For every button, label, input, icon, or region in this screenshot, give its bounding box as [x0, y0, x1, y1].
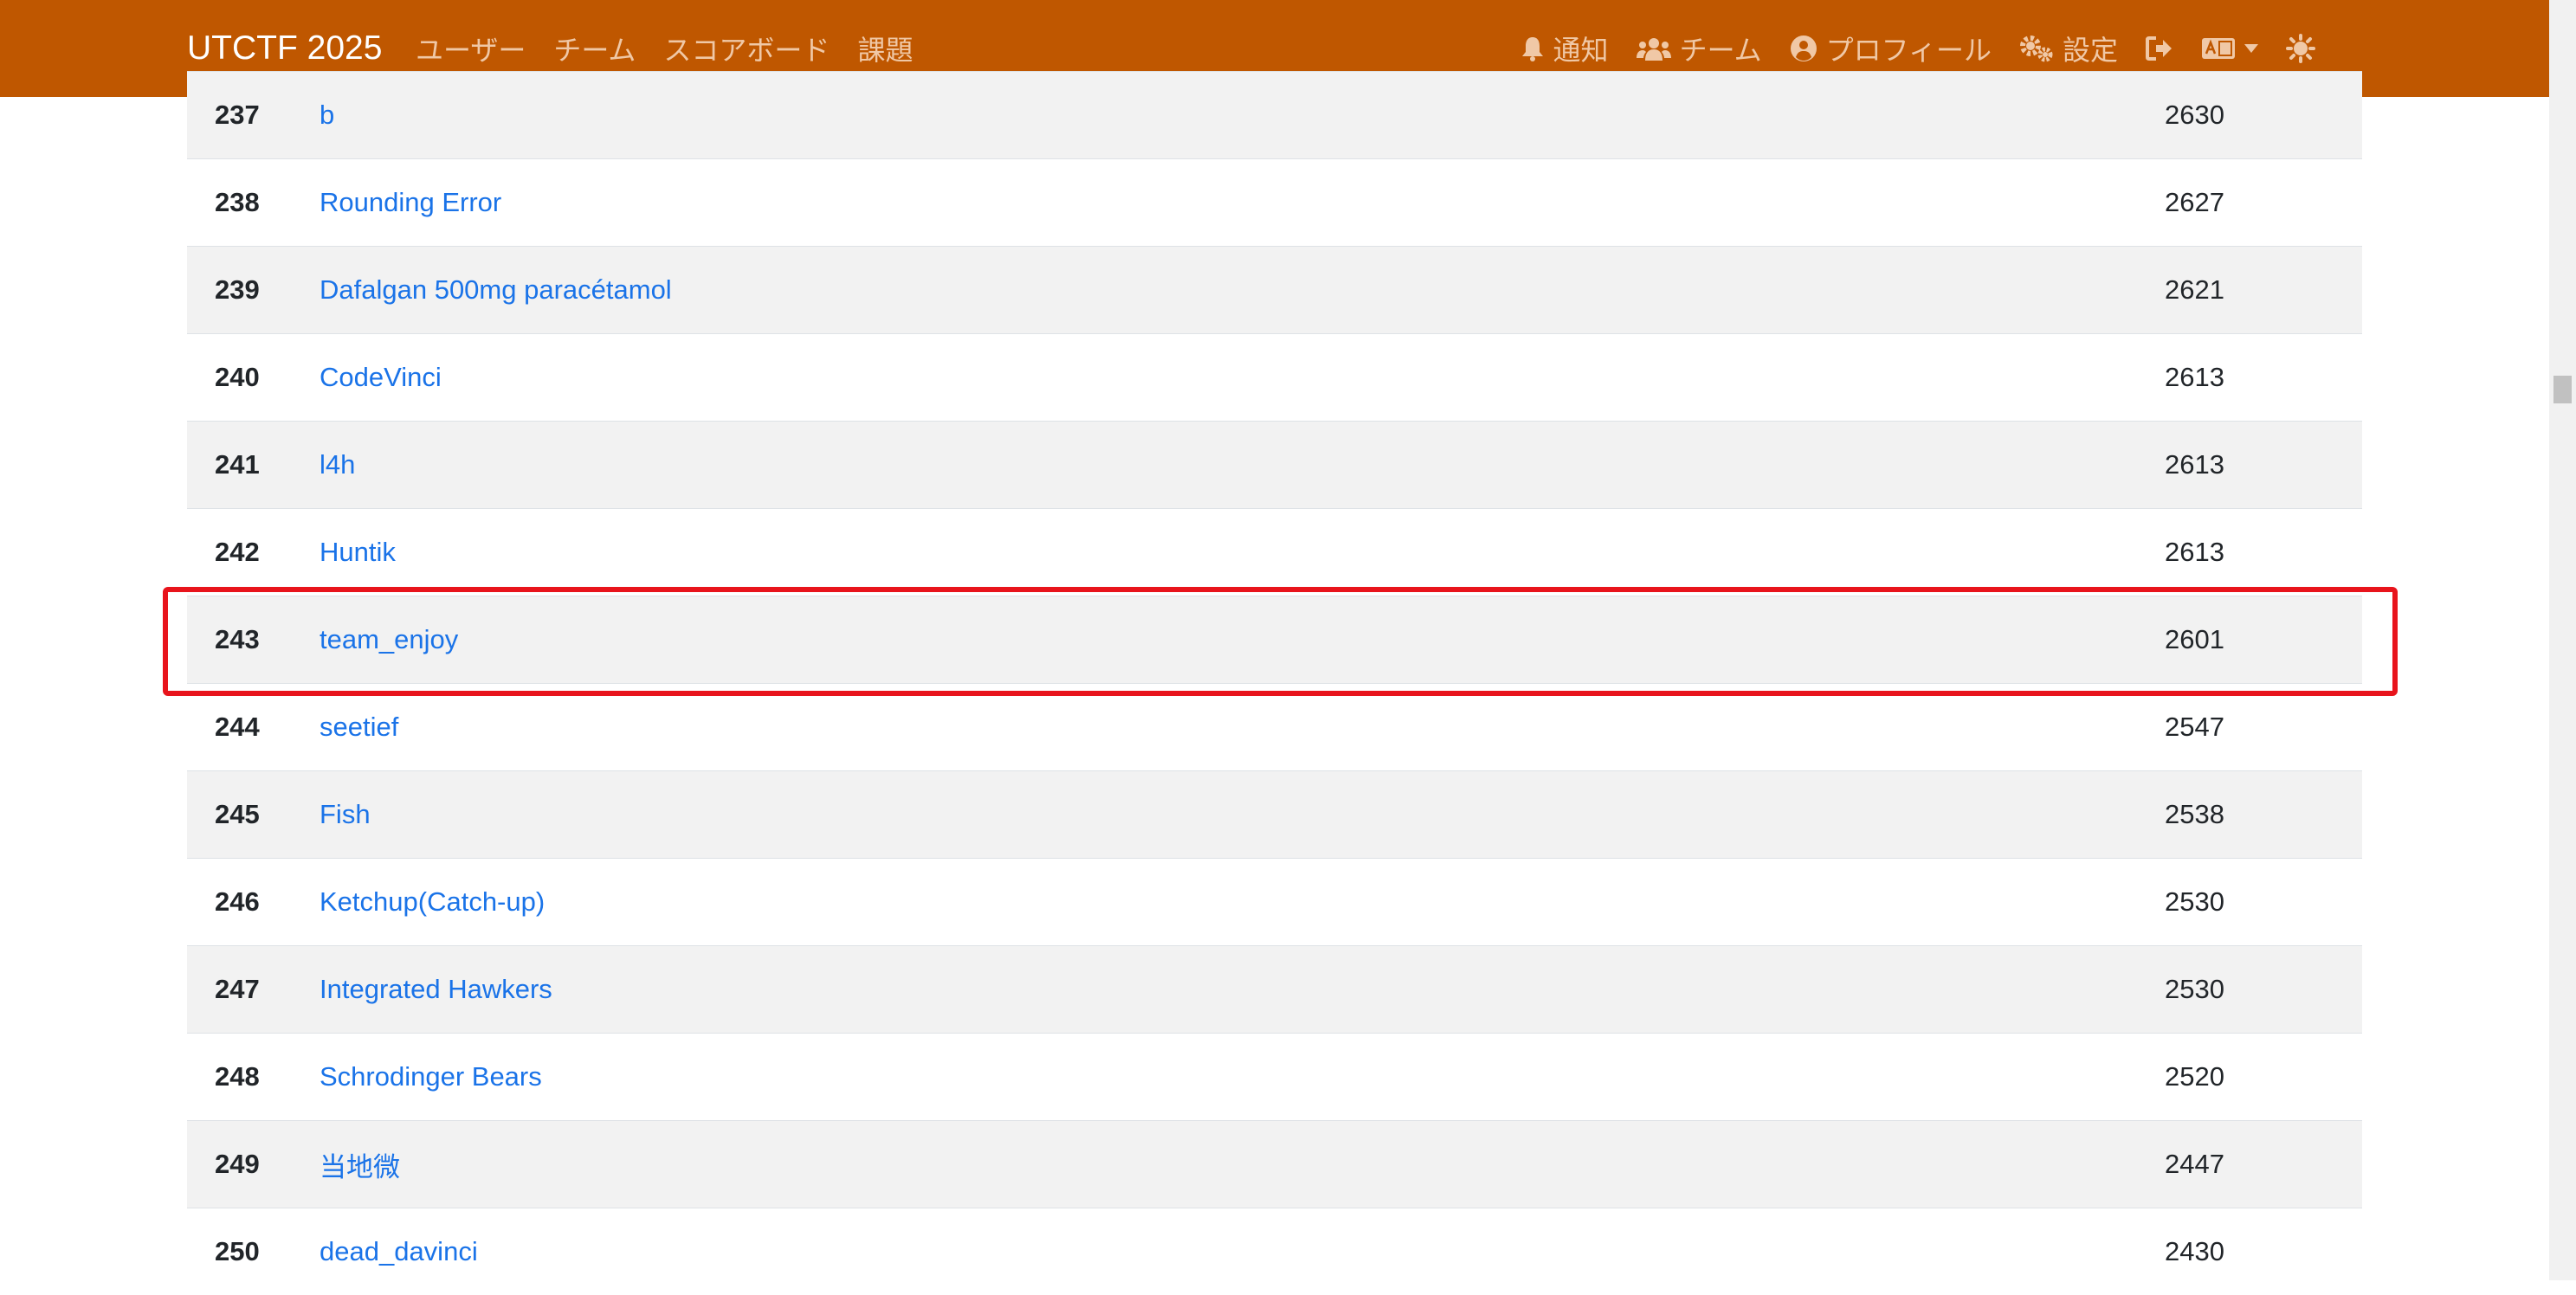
rank-cell: 249 [215, 1149, 260, 1179]
rank-cell: 248 [215, 1061, 260, 1092]
team-link[interactable]: Ketchup(Catch-up) [320, 859, 545, 945]
team-link[interactable]: seetief [320, 684, 398, 770]
sign-out-icon [2146, 36, 2172, 61]
score-cell: 2627 [2165, 187, 2224, 217]
settings-label: 設定 [2062, 34, 2118, 67]
rank-cell: 243 [215, 624, 260, 654]
score-cell: 2538 [2165, 799, 2224, 829]
sun-icon [2286, 34, 2315, 63]
table-row: 237 b 2630 [187, 71, 2362, 158]
score-cell: 2530 [2165, 974, 2224, 1004]
rank-cell: 239 [215, 274, 260, 305]
table-row: 243 team_enjoy 2601 [187, 596, 2362, 683]
language-dropdown[interactable] [2201, 37, 2258, 60]
team-link[interactable]: dead_davinci [320, 1208, 478, 1295]
team-link[interactable]: l4h [320, 422, 355, 508]
table-row: 249 当地微 2447 [187, 1120, 2362, 1208]
rank-cell: 250 [215, 1236, 260, 1266]
users-icon [1636, 38, 1671, 61]
team-link[interactable]: 当地微 [320, 1121, 400, 1208]
nav-users-link[interactable]: ユーザー [416, 29, 526, 68]
rank-cell: 238 [215, 187, 260, 217]
table-row: 242 Huntik 2613 [187, 508, 2362, 596]
score-cell: 2630 [2165, 100, 2224, 130]
team-label: チーム [1679, 34, 1762, 67]
language-icon [2202, 38, 2235, 59]
scrollbar-thumb[interactable] [2553, 376, 2572, 403]
scrollbar-track[interactable] [2549, 0, 2576, 1280]
rank-cell: 246 [215, 886, 260, 917]
table-row: 240 CodeVinci 2613 [187, 333, 2362, 421]
table-row: 244 seetief 2547 [187, 683, 2362, 770]
table-row: 246 Ketchup(Catch-up) 2530 [187, 858, 2362, 945]
team-link[interactable]: チーム [1636, 29, 1762, 68]
team-link[interactable]: Integrated Hawkers [320, 946, 552, 1033]
nav-challenges-link[interactable]: 課題 [857, 29, 913, 68]
cogs-icon [2019, 35, 2053, 62]
table-row: 247 Integrated Hawkers 2530 [187, 945, 2362, 1033]
team-link[interactable]: b [320, 72, 334, 158]
rank-cell: 245 [215, 799, 260, 829]
theme-toggle[interactable] [2286, 34, 2315, 63]
rank-cell: 242 [215, 537, 260, 567]
score-cell: 2613 [2165, 449, 2224, 480]
settings-link[interactable]: 設定 [2019, 29, 2118, 68]
team-link[interactable]: Dafalgan 500mg paracétamol [320, 247, 672, 333]
user-circle-icon [1790, 35, 1817, 61]
score-cell: 2447 [2165, 1149, 2224, 1179]
notifications-link[interactable]: 通知 [1520, 29, 1609, 68]
table-row: 250 dead_davinci 2430 [187, 1208, 2362, 1295]
team-link[interactable]: Huntik [320, 509, 396, 596]
team-link[interactable]: CodeVinci [320, 334, 442, 421]
score-cell: 2601 [2165, 624, 2224, 654]
score-cell: 2520 [2165, 1061, 2224, 1092]
scoreboard-table: 237 b 2630 238 Rounding Error 2627 239 Dafalgan… [187, 71, 2362, 1295]
table-row: 239 Dafalgan 500mg paracétamol 2621 [187, 246, 2362, 333]
rank-cell: 244 [215, 712, 260, 742]
score-cell: 2613 [2165, 362, 2224, 392]
table-row: 248 Schrodinger Bears 2520 [187, 1033, 2362, 1120]
rank-cell: 241 [215, 449, 260, 480]
team-link[interactable]: team_enjoy [320, 596, 458, 683]
profile-link[interactable]: プロフィール [1790, 29, 1992, 68]
team-link[interactable]: Rounding Error [320, 159, 501, 246]
table-row: 238 Rounding Error 2627 [187, 158, 2362, 246]
team-link[interactable]: Fish [320, 771, 371, 858]
rank-cell: 240 [215, 362, 260, 392]
team-link[interactable]: Schrodinger Bears [320, 1034, 542, 1120]
nav-teams-link[interactable]: チーム [553, 29, 636, 68]
profile-label: プロフィール [1825, 34, 1992, 67]
table-row: 245 Fish 2538 [187, 770, 2362, 858]
nav-scoreboard-link[interactable]: スコアボード [663, 29, 830, 68]
logout-link[interactable] [2146, 35, 2173, 61]
rank-cell: 237 [215, 100, 260, 130]
score-cell: 2621 [2165, 274, 2224, 305]
table-row: 241 l4h 2613 [187, 421, 2362, 508]
notifications-label: 通知 [1553, 34, 1609, 67]
score-cell: 2530 [2165, 886, 2224, 917]
rank-cell: 247 [215, 974, 260, 1004]
score-cell: 2613 [2165, 537, 2224, 567]
bell-icon [1521, 37, 1543, 61]
score-cell: 2430 [2165, 1236, 2224, 1266]
caret-down-icon [2244, 44, 2258, 53]
score-cell: 2547 [2165, 712, 2224, 742]
